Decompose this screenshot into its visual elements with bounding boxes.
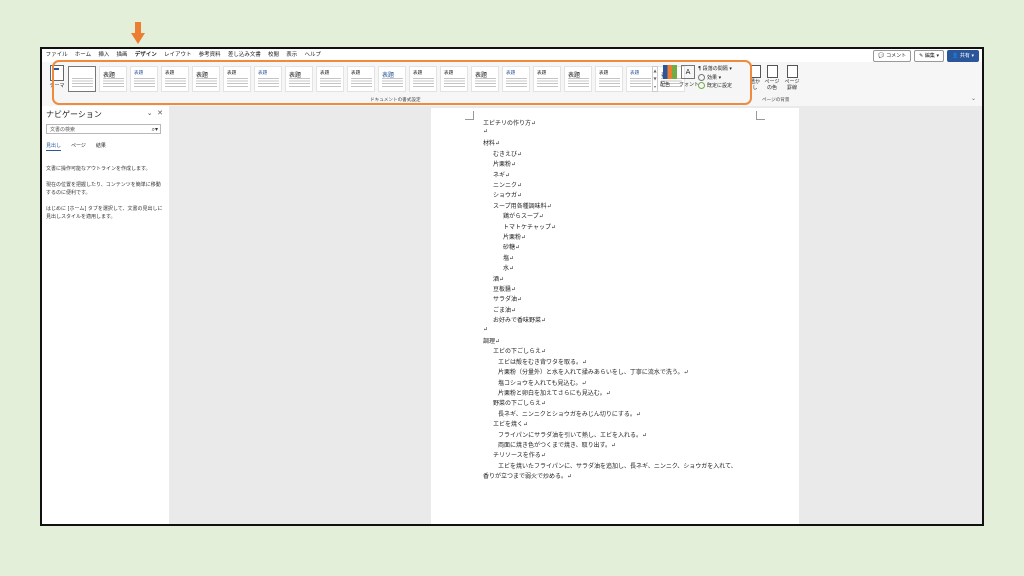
- document-line[interactable]: 片栗粉（分量外）と水を入れて揉みあらいをし、丁寧に流水で洗う。↵: [498, 367, 689, 376]
- document-line[interactable]: ごま油↵: [493, 305, 516, 314]
- document-line[interactable]: 調理↵: [483, 336, 500, 345]
- document-line[interactable]: エビを焼く↵: [493, 419, 528, 428]
- document-line[interactable]: 長ネギ、ニンニクとショウガをみじん切りにする。↵: [498, 409, 641, 418]
- document-line[interactable]: ↵: [483, 326, 488, 333]
- document-page[interactable]: エビチリの作り方↵ ↵ 材料↵ むきえび↵ 片栗粉↵ ネギ↵ ニンニク↵ ショウガ↵ スープ用各…: [431, 108, 799, 524]
- document-line[interactable]: 香りが立つまで弱火で炒める。↵: [483, 471, 572, 480]
- document-line[interactable]: チリソースを作る↵: [493, 450, 546, 459]
- document-line[interactable]: 塩コショウを入れても見込む。↵: [498, 378, 587, 387]
- document-line[interactable]: 豆板醤↵: [493, 284, 516, 293]
- document-line[interactable]: トマトケチャップ↵: [503, 222, 556, 231]
- page-color-button[interactable]: ページの色: [764, 65, 780, 91]
- document-line[interactable]: 片栗粉と卵白を加えてさらにも見込む。↵: [498, 388, 611, 397]
- document-line[interactable]: 材料↵: [483, 138, 500, 147]
- nav-title: ナビゲーション: [46, 110, 102, 119]
- nav-controls: ⌄ ✕: [147, 109, 163, 117]
- document-line[interactable]: エビチリの作り方↵: [483, 118, 536, 127]
- page-bg-group-label: ページの背景: [762, 98, 790, 103]
- document-line[interactable]: 鶏がらスープ↵: [503, 211, 544, 220]
- document-line[interactable]: ニンニク↵: [493, 180, 522, 189]
- document-line[interactable]: 片栗粉↵: [503, 232, 526, 241]
- document-line[interactable]: エビの下ごしらえ↵: [493, 346, 546, 355]
- comment-button[interactable]: 💬 コメント: [873, 50, 912, 62]
- document-area: エビチリの作り方↵ ↵ 材料↵ むきえび↵ 片栗粉↵ ネギ↵ ニンニク↵ ショウガ↵ スープ用各…: [169, 106, 982, 524]
- share-button[interactable]: 👤 共有 ▾: [947, 50, 979, 62]
- document-line[interactable]: 片栗粉↵: [493, 159, 516, 168]
- page-borders-icon: [786, 65, 798, 78]
- page-color-icon: [766, 65, 778, 78]
- navigation-pane: ナビゲーション ⌄ ✕ 文書の検索 ⌕▾ 見出し ページ 結果 文書に操作可能なア…: [42, 106, 170, 524]
- nav-help-1: 文書に操作可能なアウトラインを作成します。: [46, 166, 151, 172]
- search-icon[interactable]: ⌕▾: [152, 125, 158, 135]
- document-line[interactable]: ショウガ↵: [493, 190, 522, 199]
- document-line[interactable]: ネギ↵: [493, 170, 510, 179]
- tab-results[interactable]: 結果: [96, 142, 106, 151]
- down-arrow-icon: [131, 22, 145, 44]
- nav-tabs: 見出し ページ 結果: [46, 142, 106, 151]
- document-line[interactable]: むきえび↵: [493, 149, 522, 158]
- ribbon-highlight-frame: [52, 60, 752, 105]
- nav-help-3: はじめに [ホーム] タブを選択して、文書の見出しに見出しスタイルを適用します。: [46, 206, 163, 220]
- document-line[interactable]: 水↵: [503, 263, 514, 272]
- document-line[interactable]: 砂糖↵: [503, 242, 520, 251]
- collapse-ribbon-icon[interactable]: ⌄: [971, 95, 976, 102]
- document-line[interactable]: 酒↵: [493, 274, 504, 283]
- close-icon[interactable]: ✕: [157, 109, 163, 117]
- margin-mark: [465, 111, 474, 120]
- document-line[interactable]: 野菜の下ごしらえ↵: [493, 398, 546, 407]
- title-actions: 💬 コメント ✎ 編集 ▾ 👤 共有 ▾: [873, 50, 979, 62]
- page-borders-button[interactable]: ページ罫線: [784, 65, 800, 91]
- document-line[interactable]: 両面に焼き色がつくまで焼き、取り出す。↵: [498, 440, 616, 449]
- document-line[interactable]: エビを焼いたフライパンに、サラダ油を追加し、長ネギ、ニンニク、ショウガを入れて、: [498, 461, 737, 470]
- document-line[interactable]: 塩↵: [503, 253, 514, 262]
- search-input[interactable]: 文書の検索 ⌕▾: [46, 124, 161, 134]
- tab-pages[interactable]: ページ: [71, 142, 86, 151]
- chevron-down-icon[interactable]: ⌄: [147, 109, 153, 117]
- document-line[interactable]: フライパンにサラダ油を引いて熱し、エビを入れる。↵: [498, 430, 647, 439]
- edit-mode-button[interactable]: ✎ 編集 ▾: [914, 50, 945, 62]
- document-line[interactable]: お好みで香味野菜↵: [493, 315, 546, 324]
- document-line[interactable]: サラダ油↵: [493, 294, 522, 303]
- tab-headings[interactable]: 見出し: [46, 142, 62, 151]
- document-line[interactable]: エビは殻をむき背ワタを取る。↵: [498, 357, 587, 366]
- document-line[interactable]: スープ用各種調味料↵: [493, 201, 552, 210]
- word-window: ファイル ホーム 挿入 描画 デザイン レイアウト 参考資料 差し込み文書 校閲 表示 ヘルプ 💬 …: [40, 47, 984, 526]
- document-line[interactable]: ↵: [483, 128, 488, 135]
- margin-mark: [756, 111, 765, 120]
- nav-help-2: 現在の位置を把握したり、コンテンツを簡単に移動するのに便利です。: [46, 182, 161, 196]
